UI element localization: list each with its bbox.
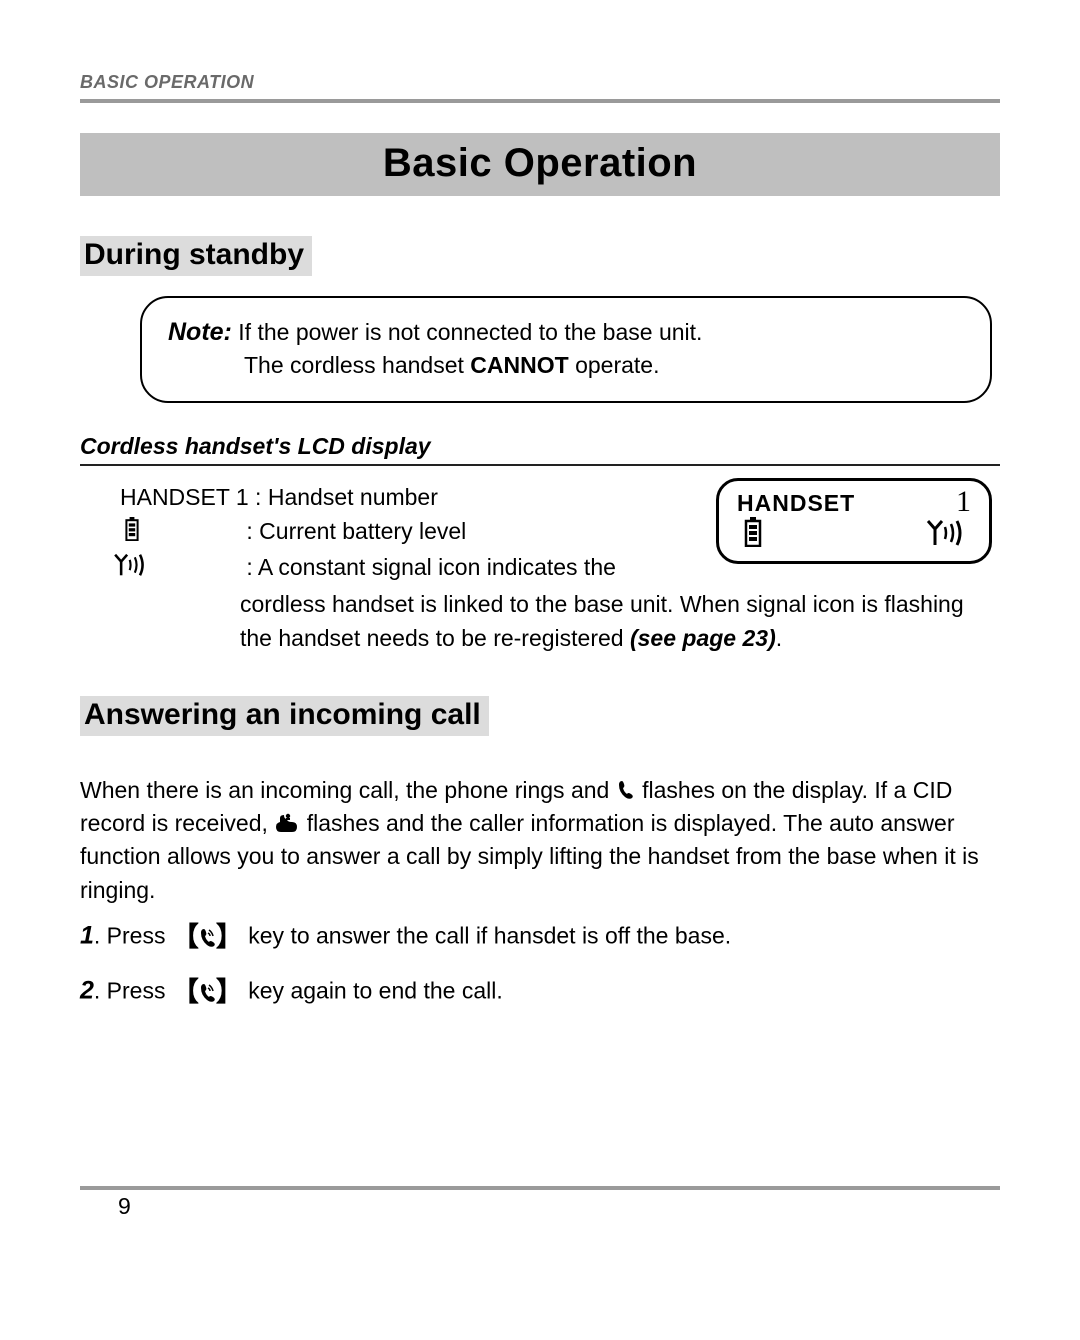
lcd-handset-number: 1 xyxy=(956,485,971,519)
signal-desc-1: : A constant signal icon indicates the xyxy=(246,550,616,585)
para1a: When there is an incoming call, the phon… xyxy=(80,777,616,803)
signal-wrap: cordless handset is linked to the base u… xyxy=(240,591,964,652)
lcd-description-area: HANDSET 1 xyxy=(80,480,1000,656)
answering-paragraph: When there is an incoming call, the phon… xyxy=(80,774,1000,907)
talk-key-icon: 【】 xyxy=(172,922,242,952)
battery-icon xyxy=(743,517,763,552)
lcd-figure: HANDSET 1 xyxy=(716,478,992,564)
talk-key-icon: 【】 xyxy=(172,977,242,1007)
note-box: Note: If the power is not connected to t… xyxy=(140,296,992,403)
step-1b: key to answer the call if hansdet is off… xyxy=(242,922,731,948)
cid-icon xyxy=(274,810,300,836)
footer-rule xyxy=(80,1186,1000,1190)
handset-number-prefix: HANDSET 1 xyxy=(120,484,249,510)
lcd-handset-label: HANDSET xyxy=(737,490,855,517)
page-number: 9 xyxy=(118,1193,131,1220)
step-1: 1. Press 【】 key to answer the call if ha… xyxy=(80,913,1000,962)
page-title: Basic Operation xyxy=(80,133,1000,196)
section-answering-call: Answering an incoming call xyxy=(80,696,489,736)
note-cannot: CANNOT xyxy=(470,352,568,378)
handset-number-desc: : Handset number xyxy=(249,484,438,510)
battery-icon xyxy=(112,516,152,551)
note-label: Note: xyxy=(168,318,232,346)
note-line1: If the power is not connected to the bas… xyxy=(232,319,703,345)
step-1-num: 1 xyxy=(80,921,94,949)
note-line2a: The cordless handset xyxy=(168,352,470,378)
note-line2b: operate. xyxy=(569,352,660,378)
subheading-lcd: Cordless handset's LCD display xyxy=(80,433,1000,460)
battery-desc: : Current battery level xyxy=(246,514,466,549)
signal-period: . xyxy=(776,625,782,651)
sub-rule xyxy=(80,464,1000,466)
step-1a: . Press xyxy=(94,922,172,948)
handset-icon xyxy=(616,777,636,803)
see-page-ref: (see page 23) xyxy=(630,625,776,651)
signal-icon xyxy=(921,519,965,552)
step-2: 2. Press 【】 key again to end the call. xyxy=(80,968,1000,1017)
section-during-standby: During standby xyxy=(80,236,312,276)
header-rule xyxy=(80,99,1000,103)
signal-icon xyxy=(108,552,148,587)
running-header: BASIC OPERATION xyxy=(80,72,1000,93)
step-2-num: 2 xyxy=(80,976,94,1004)
step-2a: . Press xyxy=(94,977,172,1003)
step-2b: key again to end the call. xyxy=(242,977,503,1003)
